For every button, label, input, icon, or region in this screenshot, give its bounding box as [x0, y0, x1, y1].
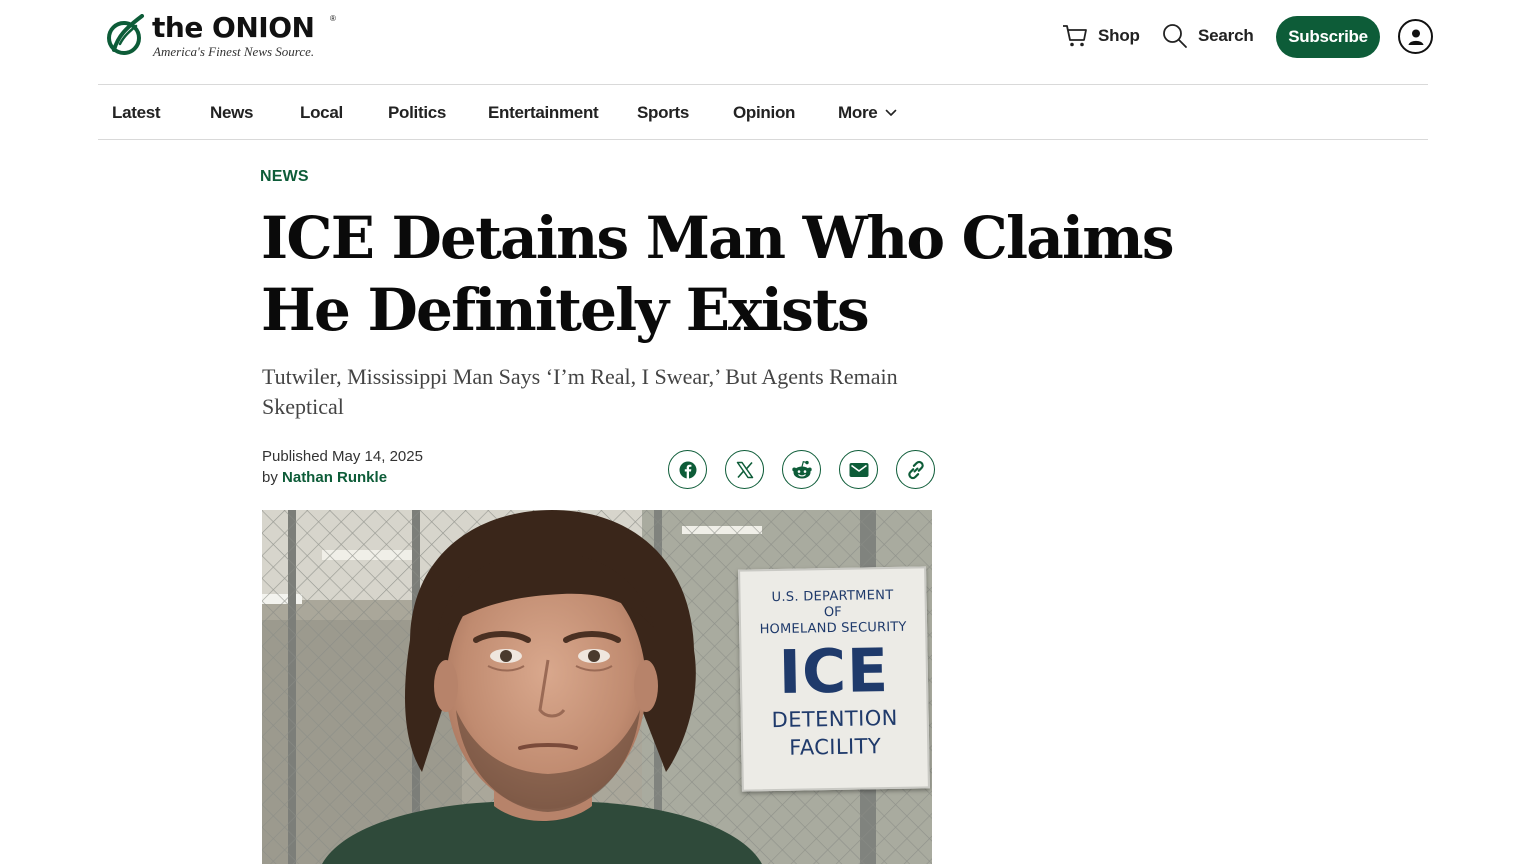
shop-label: Shop: [1098, 26, 1140, 45]
search-link[interactable]: Search: [1162, 22, 1254, 50]
nav-item-news[interactable]: News: [210, 85, 254, 140]
search-label: Search: [1198, 26, 1254, 45]
article-byline: Published May 14, 2025 by Nathan Runkle: [262, 446, 423, 488]
nav-item-more-label: More: [838, 102, 878, 122]
sign-line-detention: DETENTION: [771, 705, 898, 733]
account-icon: [1408, 29, 1423, 45]
byline-line: by Nathan Runkle: [262, 467, 423, 488]
email-icon: [849, 462, 868, 477]
section-label[interactable]: NEWS: [260, 168, 309, 186]
logo-registered-mark: ®: [330, 14, 336, 23]
site-header: the ONION ® America's Finest News Source…: [0, 0, 1536, 84]
share-facebook-button[interactable]: [668, 450, 707, 489]
logo-tagline: America's Finest News Source.: [153, 44, 315, 59]
cart-icon: [1063, 25, 1087, 47]
headline-line-2: He Definitely Exists: [261, 276, 870, 344]
nav-item-opinion[interactable]: Opinion: [733, 85, 795, 140]
publish-date: Published May 14, 2025: [262, 448, 423, 465]
sign-line-homeland: HOMELAND SECURITY: [759, 619, 907, 638]
nav-item-latest[interactable]: Latest: [112, 85, 161, 140]
logo-wordmark: the ONION: [152, 11, 315, 44]
sign-ice: ICE: [778, 636, 890, 708]
nav-item-more[interactable]: More: [838, 85, 897, 140]
shop-link[interactable]: Shop: [1062, 22, 1140, 50]
sign-line-facility: FACILITY: [789, 734, 882, 760]
author-link[interactable]: Nathan Runkle: [282, 469, 387, 486]
article-hero-image: U.S. DEPARTMENT OF HOMELAND SECURITY ICE…: [262, 510, 932, 864]
byline-prefix: by: [262, 469, 278, 486]
share-reddit-button[interactable]: [782, 450, 821, 489]
copy-link-button[interactable]: [896, 450, 935, 489]
headline-line-1: ICE Detains Man Who Claims: [261, 204, 1174, 272]
nav-item-sports[interactable]: Sports: [637, 85, 689, 140]
main-nav: Latest News Local Politics Entertainment…: [98, 84, 1428, 140]
onion-logo[interactable]: the ONION ® America's Finest News Source…: [106, 11, 346, 64]
nav-item-entertainment[interactable]: Entertainment: [488, 85, 599, 140]
reddit-icon: [791, 460, 812, 478]
search-icon: [1163, 24, 1187, 48]
onion-logo-icon: [107, 14, 144, 55]
share-email-button[interactable]: [839, 450, 878, 489]
chevron-down-icon: [886, 109, 897, 116]
x-icon: [736, 461, 753, 478]
article-subheadline: Tutwiler, Mississippi Man Says ‘I’m Real…: [262, 364, 898, 419]
article-headline: ICE Detains Man Who Claims He Definitely…: [261, 202, 1221, 346]
ice-sign: U.S. DEPARTMENT OF HOMELAND SECURITY ICE…: [738, 566, 930, 792]
account-button[interactable]: [1398, 19, 1433, 54]
nav-item-local[interactable]: Local: [300, 85, 343, 140]
facebook-icon: [679, 461, 696, 478]
share-buttons: [668, 450, 935, 489]
subscribe-button[interactable]: Subscribe: [1276, 16, 1380, 58]
link-icon: [907, 460, 924, 479]
share-x-button[interactable]: [725, 450, 764, 489]
nav-item-politics[interactable]: Politics: [388, 85, 446, 140]
